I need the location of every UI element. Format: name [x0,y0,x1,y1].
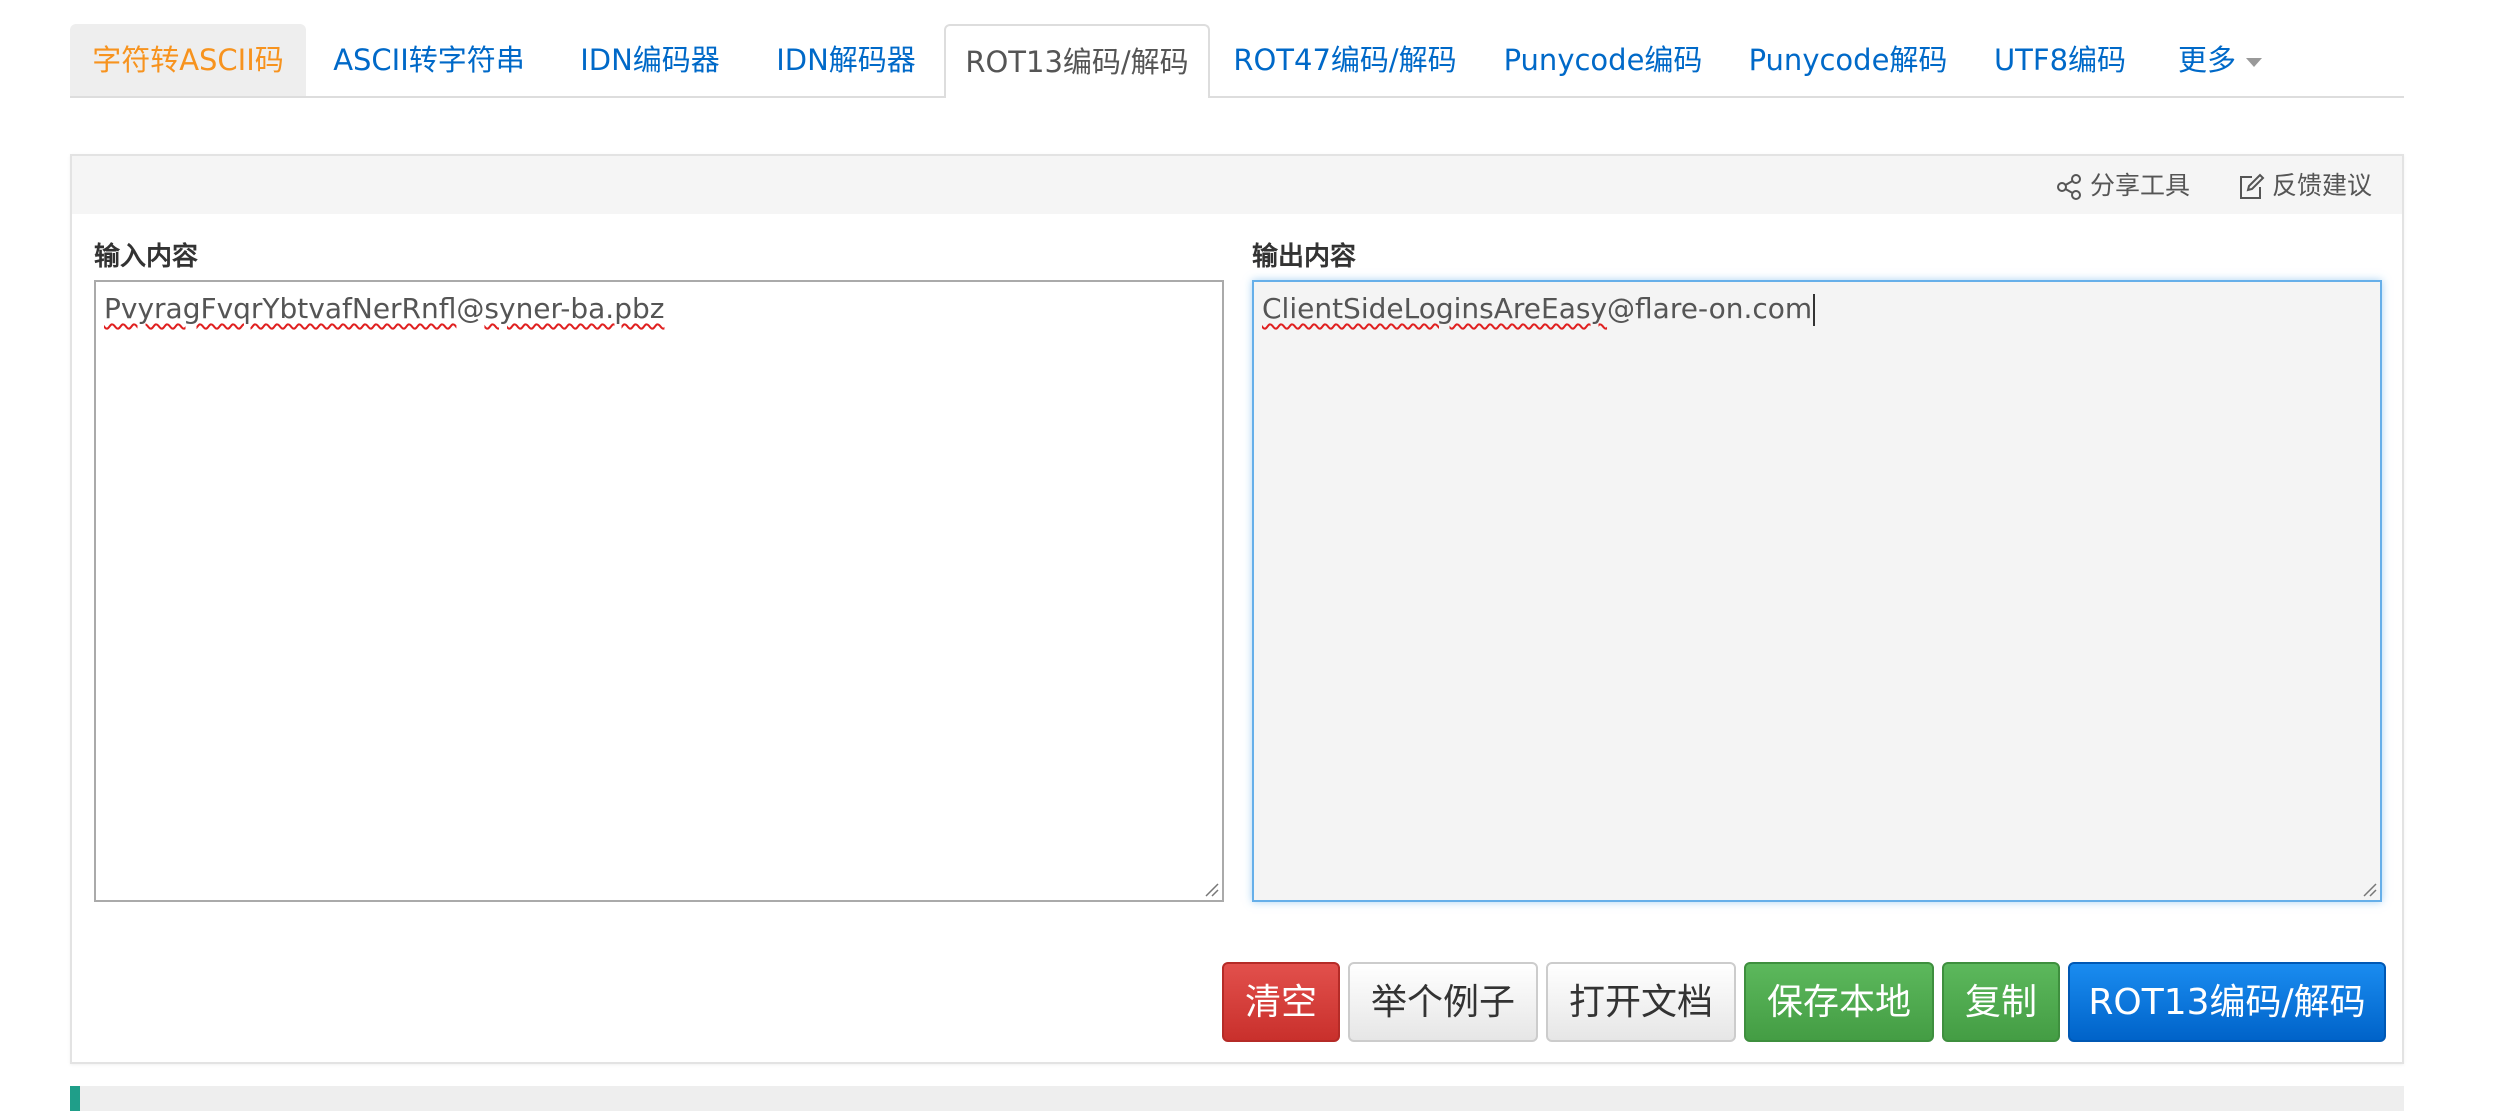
output-text-rest: @flare-on.com [1607,292,1813,325]
tab-rot47[interactable]: ROT47编码/解码 [1210,24,1480,96]
share-label: 分享工具 [2090,171,2191,200]
edit-icon [2240,173,2265,199]
tab-label: 字符转ASCII码 [92,43,284,77]
tab-label: Punycode解码 [1748,43,1948,77]
tab-label: 更多 [2177,43,2236,77]
tab-label: IDN编码器 [580,43,720,77]
open-file-button[interactable]: 打开文档 [1546,962,1736,1042]
share-icon [2057,174,2081,200]
text-cursor [1813,294,1816,326]
tab-more-dropdown[interactable]: 更多 [2150,24,2290,96]
resize-grip-icon[interactable] [1202,880,1220,898]
feedback-label: 反馈建议 [2272,171,2373,200]
tab-idn-decoder[interactable]: IDN解码器 [748,24,944,96]
tab-label: ASCII转字符串 [333,43,525,77]
tab-punycode-encode[interactable]: Punycode编码 [1480,24,1726,96]
output-label: 输出内容 [1252,242,1357,272]
next-section-header [70,1086,2404,1111]
tab-idn-encoder[interactable]: IDN编码器 [552,24,748,96]
tab-label: IDN解码器 [776,43,916,77]
resize-grip-icon[interactable] [2360,880,2378,898]
clear-button[interactable]: 清空 [1222,962,1340,1042]
output-text-word: ClientSideLoginsAreEasy [1262,292,1608,325]
input-text-word: PvyragFvqrYbtvafNerRnfl [104,292,457,325]
input-text-at: @ [456,292,485,325]
tab-label: UTF8编码 [1993,43,2127,77]
input-text-domain: syner-ba.pbz [484,292,665,325]
tool-panel: 分享工具 反馈建议 输入内容 输出内容 PvyragFvqrYbtvafNerR… [70,154,2404,1064]
caret-down-icon [2246,57,2262,67]
tab-label: ROT13编码/解码 [965,45,1189,79]
tab-punycode-decode[interactable]: Punycode解码 [1726,24,1970,96]
share-tool-link[interactable]: 分享工具 [2054,170,2190,202]
tab-rot13[interactable]: ROT13编码/解码 [944,24,1210,98]
copy-button[interactable]: 复制 [1942,962,2060,1042]
save-local-button[interactable]: 保存本地 [1744,962,1934,1042]
tab-char-to-ascii[interactable]: 字符转ASCII码 [70,24,306,96]
tab-ascii-to-string[interactable]: ASCII转字符串 [306,24,552,96]
example-button[interactable]: 举个例子 [1348,962,1538,1042]
tab-utf8-encode[interactable]: UTF8编码 [1970,24,2150,96]
tab-label: ROT47编码/解码 [1233,43,1457,77]
tab-label: Punycode编码 [1503,43,1703,77]
input-label: 输入内容 [94,242,199,272]
input-textarea[interactable]: PvyragFvqrYbtvafNerRnfl@syner-ba.pbz [94,280,1224,902]
section-accent-bar [70,1086,80,1111]
tab-bar: 字符转ASCII码 ASCII转字符串 IDN编码器 IDN解码器 ROT13编… [70,24,2404,98]
feedback-link[interactable]: 反馈建议 [2236,170,2372,202]
rot13-convert-button[interactable]: ROT13编码/解码 [2068,962,2386,1042]
panel-toolbar: 分享工具 反馈建议 [72,156,2402,214]
output-textarea[interactable]: ClientSideLoginsAreEasy@flare-on.com [1252,280,2382,902]
